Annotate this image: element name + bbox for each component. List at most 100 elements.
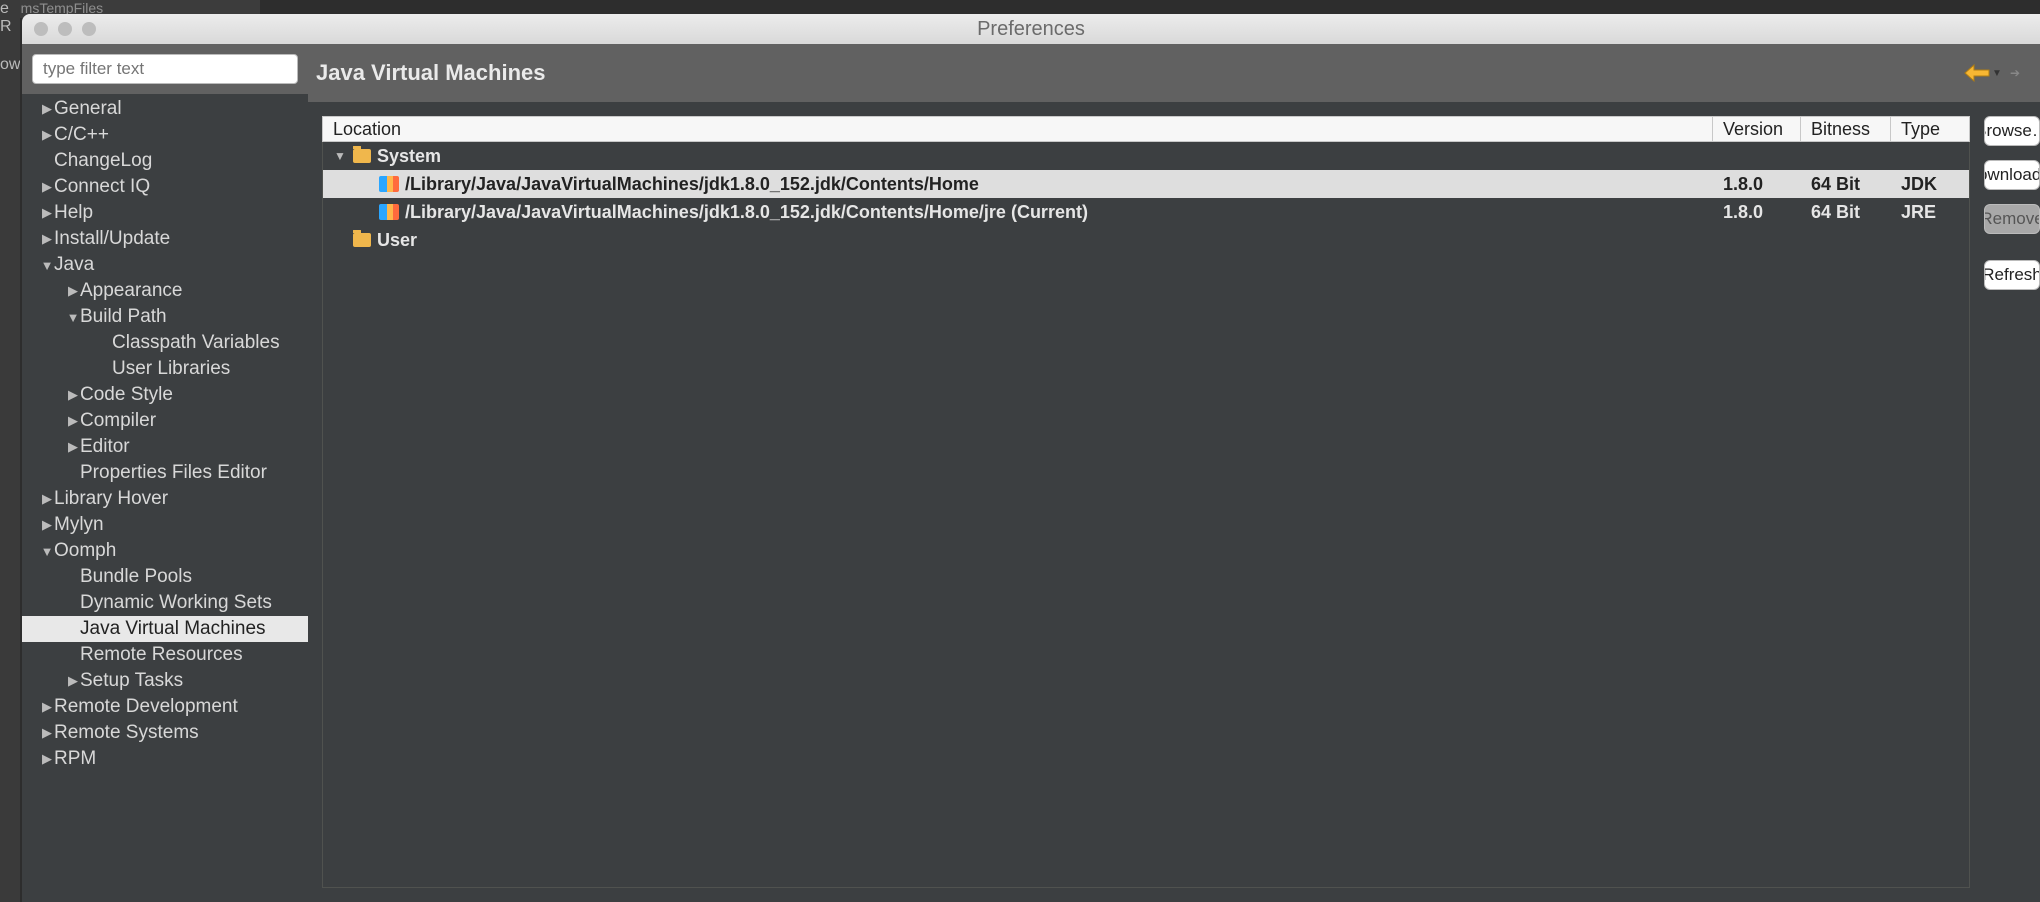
table-row[interactable]: /Library/Java/JavaVirtualMachines/jdk1.8… (323, 170, 1969, 198)
tree-item-label: Help (54, 202, 93, 224)
chevron-right-icon[interactable] (40, 205, 54, 221)
tree-item-remote-development[interactable]: Remote Development (22, 694, 308, 720)
group-label: System (377, 146, 441, 167)
chevron-right-icon[interactable] (66, 283, 80, 299)
background-strip: e R owe (0, 0, 20, 902)
tree-item-compiler[interactable]: Compiler (22, 408, 308, 434)
tree-item-label: Bundle Pools (80, 566, 192, 588)
tree-item-label: Properties Files Editor (80, 462, 267, 484)
jvm-icon (379, 176, 399, 192)
tree-item-label: Remote Development (54, 696, 238, 718)
column-version[interactable]: Version (1713, 117, 1801, 141)
tree-item-changelog[interactable]: ChangeLog (22, 148, 308, 174)
tree-item-label: Oomph (54, 540, 116, 562)
back-arrow-icon[interactable] (1964, 64, 1990, 82)
tree-item-java-virtual-machines[interactable]: Java Virtual Machines (22, 616, 308, 642)
bg-strip-text: owe (0, 56, 20, 74)
chevron-right-icon[interactable] (40, 751, 54, 767)
tree-item-classpath-variables[interactable]: Classpath Variables (22, 330, 308, 356)
chevron-down-icon[interactable] (66, 310, 80, 325)
column-bitness[interactable]: Bitness (1801, 117, 1891, 141)
tree-item-rpm[interactable]: RPM (22, 746, 308, 772)
tree-item-editor[interactable]: Editor (22, 434, 308, 460)
chevron-right-icon[interactable] (40, 491, 54, 507)
column-location[interactable]: Location (323, 117, 1713, 141)
row-type: JDK (1891, 174, 1969, 195)
tree-item-label: Mylyn (54, 514, 104, 536)
tree-item-connect-iq[interactable]: Connect IQ (22, 174, 308, 200)
tree-item-remote-systems[interactable]: Remote Systems (22, 720, 308, 746)
jvm-icon (379, 204, 399, 220)
chevron-down-icon[interactable]: ▼ (333, 149, 347, 163)
browse-button[interactable]: Browse… (1984, 116, 2040, 146)
tree-item-label: General (54, 98, 122, 120)
chevron-right-icon[interactable] (40, 127, 54, 143)
filter-input[interactable] (32, 54, 298, 84)
bg-strip-text: R (0, 18, 20, 36)
tree-item-appearance[interactable]: Appearance (22, 278, 308, 304)
tree-item-help[interactable]: Help (22, 200, 308, 226)
chevron-right-icon[interactable] (66, 387, 80, 403)
chevron-right-icon[interactable] (40, 179, 54, 195)
column-type[interactable]: Type (1891, 117, 1969, 141)
chevron-right-icon[interactable] (40, 101, 54, 117)
tree-item-oomph[interactable]: Oomph (22, 538, 308, 564)
preferences-main: Java Virtual Machines ▼ ➔ Location Versi… (308, 44, 2040, 902)
tree-item-c-c-[interactable]: C/C++ (22, 122, 308, 148)
download-button[interactable]: Download… (1984, 160, 2040, 190)
table-body[interactable]: ▼ System/Library/Java/JavaVirtualMachines… (322, 142, 1970, 888)
window-titlebar: Preferences (22, 14, 2040, 44)
tree-item-bundle-pools[interactable]: Bundle Pools (22, 564, 308, 590)
table-group-system[interactable]: ▼ System (323, 142, 1969, 170)
row-location: /Library/Java/JavaVirtualMachines/jdk1.8… (405, 202, 1088, 223)
page-nav[interactable]: ▼ ➔ (1964, 64, 2020, 82)
chevron-right-icon[interactable] (40, 699, 54, 715)
tree-item-label: Code Style (80, 384, 173, 406)
window-title: Preferences (22, 18, 2040, 41)
preferences-sidebar: General C/C++ChangeLogConnect IQHelp Insta… (22, 44, 308, 902)
chevron-right-icon[interactable] (40, 725, 54, 741)
forward-arrow-icon[interactable]: ➔ (2010, 66, 2020, 80)
chevron-down-icon[interactable] (40, 544, 54, 559)
chevron-right-icon[interactable] (66, 413, 80, 429)
tree-item-label: Library Hover (54, 488, 168, 510)
chevron-right-icon[interactable] (40, 231, 54, 247)
chevron-down-icon[interactable] (40, 258, 54, 273)
row-type: JRE (1891, 202, 1969, 223)
page-title: Java Virtual Machines (316, 60, 546, 86)
chevron-right-icon[interactable] (66, 439, 80, 455)
tree-item-label: Install/Update (54, 228, 170, 250)
tree-item-setup-tasks[interactable]: Setup Tasks (22, 668, 308, 694)
refresh-button[interactable]: Refresh (1984, 260, 2040, 290)
tree-item-library-hover[interactable]: Library Hover (22, 486, 308, 512)
tree-item-mylyn[interactable]: Mylyn (22, 512, 308, 538)
tree-item-build-path[interactable]: Build Path (22, 304, 308, 330)
row-bitness: 64 Bit (1801, 202, 1891, 223)
row-version: 1.8.0 (1713, 202, 1801, 223)
tree-item-install-update[interactable]: Install/Update (22, 226, 308, 252)
remove-button: Remove (1984, 204, 2040, 234)
table-row[interactable]: /Library/Java/JavaVirtualMachines/jdk1.8… (323, 198, 1969, 226)
tree-item-label: Build Path (80, 306, 167, 328)
table-group-user[interactable]: User (323, 226, 1969, 254)
preferences-tree[interactable]: General C/C++ChangeLogConnect IQHelp Insta… (22, 94, 308, 902)
tree-item-label: Editor (80, 436, 130, 458)
tree-item-properties-files-editor[interactable]: Properties Files Editor (22, 460, 308, 486)
chevron-right-icon[interactable] (66, 673, 80, 689)
tree-item-code-style[interactable]: Code Style (22, 382, 308, 408)
preferences-window: Preferences General C/C++ChangeLogConnect… (22, 14, 2040, 902)
bg-strip-text: e (0, 0, 20, 18)
tree-item-dynamic-working-sets[interactable]: Dynamic Working Sets (22, 590, 308, 616)
tree-item-user-libraries[interactable]: User Libraries (22, 356, 308, 382)
tree-item-label: Java Virtual Machines (80, 618, 266, 640)
tree-item-java[interactable]: Java (22, 252, 308, 278)
jvm-table[interactable]: Location Version Bitness Type ▼ System/Li… (322, 116, 1970, 888)
tree-item-label: Java (54, 254, 94, 276)
dropdown-caret-icon[interactable]: ▼ (1992, 68, 2002, 79)
chevron-right-icon[interactable] (40, 517, 54, 533)
folder-icon (353, 149, 371, 163)
tree-item-general[interactable]: General (22, 96, 308, 122)
tree-item-label: C/C++ (54, 124, 109, 146)
tree-item-label: RPM (54, 748, 96, 770)
tree-item-remote-resources[interactable]: Remote Resources (22, 642, 308, 668)
